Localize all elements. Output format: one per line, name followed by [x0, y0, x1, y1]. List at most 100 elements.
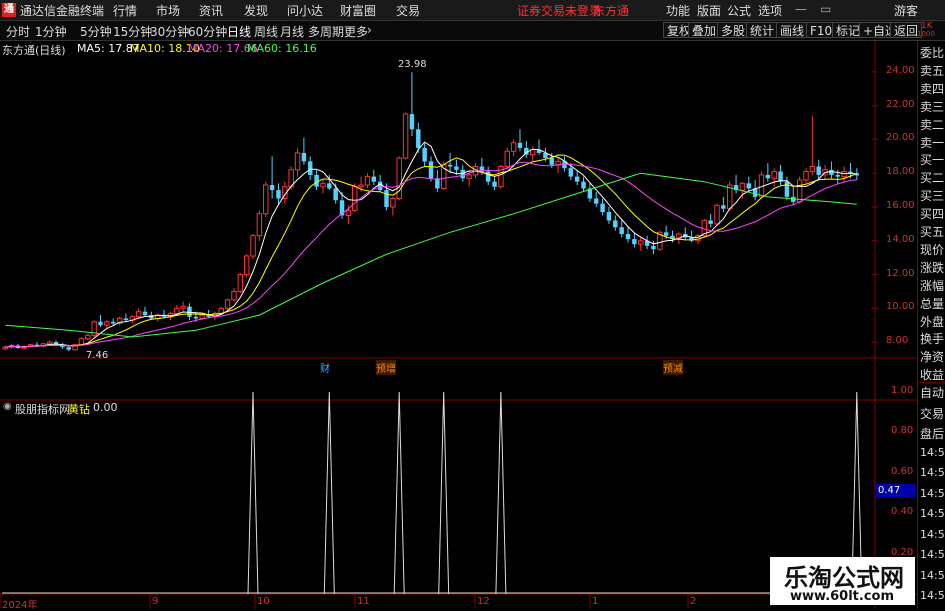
- candle-body: [447, 164, 453, 167]
- draw-button[interactable]: 画线: [776, 22, 809, 38]
- overlay-button[interactable]: 叠加: [688, 22, 721, 38]
- menu-trade[interactable]: 交易: [396, 2, 420, 19]
- period-5min[interactable]: 5分钟: [80, 23, 112, 40]
- candle-body: [663, 232, 669, 236]
- menu-formula[interactable]: 公式: [727, 2, 751, 19]
- period-60min[interactable]: 60分钟: [188, 23, 227, 40]
- high-price-label: 23.98: [398, 59, 427, 70]
- period-1min[interactable]: 1分钟: [35, 23, 67, 40]
- candle-body: [174, 307, 180, 314]
- panel-tab[interactable]: 自动: [920, 384, 944, 401]
- quote-row-label[interactable]: 现价: [920, 241, 944, 258]
- candle-body: [466, 174, 472, 179]
- quote-row-label[interactable]: 买五: [920, 223, 944, 240]
- quote-row-label[interactable]: 净资: [920, 348, 944, 365]
- candle-body: [224, 299, 231, 309]
- candle-body: [193, 316, 199, 319]
- candle-body: [708, 220, 713, 224]
- candle-body: [803, 171, 809, 181]
- date-label: 1: [592, 596, 599, 607]
- candle-body: [123, 318, 129, 321]
- candle-body: [263, 184, 269, 215]
- period-15min[interactable]: 15分钟: [113, 23, 152, 40]
- app-title: 通达信金融终端: [20, 4, 105, 18]
- indicator-series: [2, 391, 870, 595]
- candle-body: [187, 306, 192, 317]
- restore-icon[interactable]: ▭: [820, 2, 831, 16]
- candle-body: [110, 321, 116, 324]
- menu-wealth[interactable]: 财富圈: [340, 2, 376, 19]
- quote-row-label[interactable]: 卖二: [920, 116, 944, 133]
- indicator-spike: [393, 391, 405, 595]
- menu-options[interactable]: 选项: [758, 2, 782, 19]
- candle-body: [416, 129, 421, 148]
- indicator-source[interactable]: 股朋指标网: [15, 401, 70, 417]
- candle-body: [809, 165, 816, 173]
- price-tick: 8.00: [886, 335, 909, 347]
- indicator-spike: [438, 391, 450, 595]
- quote-row-label[interactable]: 收益: [920, 366, 944, 383]
- period-daily[interactable]: 日线: [227, 23, 251, 40]
- menu-bar: 通 通达信金融终端 行情 市场 资讯 发现 问小达 财富圈 交易 证券交易未登录…: [0, 0, 945, 21]
- date-label: 10: [257, 596, 270, 607]
- chevron-right-icon[interactable]: ›: [367, 23, 372, 37]
- candle-body: [492, 181, 497, 187]
- candle-body: [739, 182, 746, 191]
- candle-body: [85, 334, 91, 340]
- panel-tab[interactable]: 盘后: [920, 425, 944, 442]
- candle-body: [364, 176, 371, 186]
- menu-function[interactable]: 功能: [666, 2, 690, 19]
- watermark-banner: 乐淘公式网: [770, 557, 915, 592]
- event-marker-finance[interactable]: 财: [320, 360, 330, 375]
- panel-tab[interactable]: 交易: [920, 405, 944, 422]
- candle-body: [625, 234, 631, 240]
- event-marker-predecrease[interactable]: 预减: [663, 360, 683, 375]
- quote-row-label[interactable]: 买二: [920, 169, 944, 186]
- menu-layout[interactable]: 版面: [697, 2, 721, 19]
- candle-body: [276, 190, 281, 199]
- stats-button[interactable]: 统计: [746, 22, 779, 38]
- multi-stock-button[interactable]: 多股: [717, 22, 750, 38]
- quote-row-label[interactable]: 卖五: [920, 62, 944, 79]
- menu-discover[interactable]: 发现: [244, 2, 268, 19]
- watermark-title: 乐淘公式网: [784, 564, 904, 592]
- login-notice[interactable]: 证券交易未登录: [517, 2, 601, 19]
- candle-body: [632, 239, 637, 245]
- candle-body: [784, 181, 790, 197]
- period-30min[interactable]: 30分钟: [150, 23, 189, 40]
- period-intraday[interactable]: 分时: [6, 23, 30, 40]
- collapse-icon[interactable]: ◉: [3, 401, 12, 412]
- period-more[interactable]: 更多: [344, 23, 368, 40]
- quote-row-label[interactable]: 外盘: [920, 313, 944, 330]
- quote-row-label[interactable]: 买一: [920, 151, 944, 168]
- candle-body: [510, 142, 517, 152]
- menu-ask[interactable]: 问小达: [287, 2, 323, 19]
- quote-row-label[interactable]: 卖三: [920, 98, 944, 115]
- candle-body: [600, 203, 605, 213]
- event-marker-preincrease[interactable]: 预增: [376, 360, 396, 375]
- menu-news[interactable]: 资讯: [199, 2, 223, 19]
- quote-row-label[interactable]: 涨幅: [920, 277, 944, 294]
- guest-label[interactable]: 游客: [894, 2, 918, 19]
- quote-row-label[interactable]: 买四: [920, 205, 944, 222]
- minimize-icon[interactable]: —: [795, 2, 807, 16]
- period-multi[interactable]: 多周期: [308, 23, 344, 40]
- quote-row-label[interactable]: 涨跌: [920, 259, 944, 276]
- period-monthly[interactable]: 月线: [280, 23, 304, 40]
- quote-row-label[interactable]: 卖一: [920, 134, 944, 151]
- menu-market[interactable]: 行情: [113, 2, 137, 19]
- quote-row-label[interactable]: 总量: [920, 295, 944, 312]
- quote-row-label[interactable]: 换手: [920, 330, 944, 347]
- menu-markets[interactable]: 市场: [156, 2, 180, 19]
- indicator-tick: 0.60: [891, 465, 914, 477]
- quote-row-label[interactable]: 买三: [920, 187, 944, 204]
- candle-body: [402, 113, 409, 159]
- kline-chart[interactable]: [0, 41, 917, 609]
- indicator-tick: 0.40: [891, 506, 914, 518]
- period-weekly[interactable]: 周线: [254, 23, 278, 40]
- broker-name[interactable]: 东方通: [593, 2, 629, 19]
- quote-row-label[interactable]: 卖四: [920, 80, 944, 97]
- panel-divider: [918, 382, 945, 383]
- quote-row-label[interactable]: 委比: [920, 44, 944, 61]
- candle-body: [619, 227, 624, 235]
